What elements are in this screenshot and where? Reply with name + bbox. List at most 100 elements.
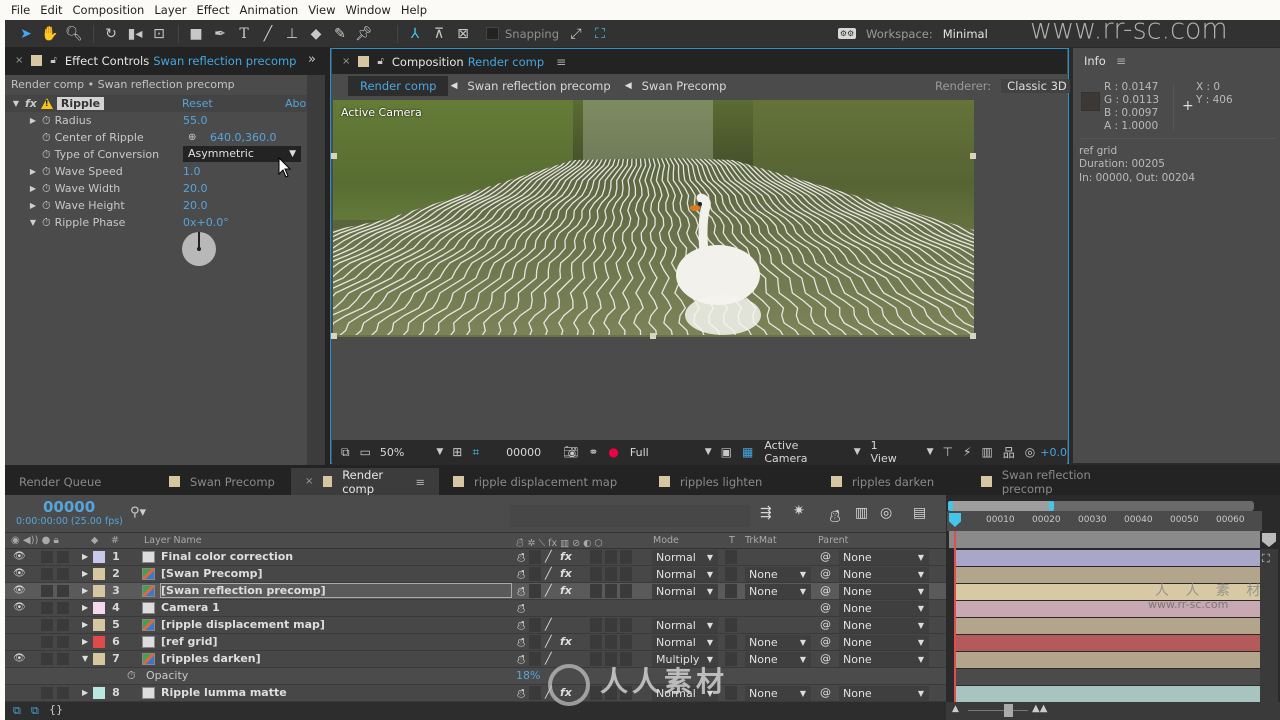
fx-icon[interactable]: fx — [560, 635, 572, 648]
expand-triangle-icon[interactable]: ▶ — [82, 569, 88, 578]
view-axis-icon[interactable]: ⊠ — [452, 23, 474, 45]
expand-triangle-icon[interactable]: ▶ — [28, 167, 38, 176]
phase-angle-dial[interactable] — [182, 232, 216, 266]
puppet-pin-tool-icon[interactable]: 📌︎ — [353, 23, 375, 45]
quality-switch[interactable] — [529, 550, 541, 564]
motion-blur-icon[interactable]: ◎ — [880, 505, 892, 521]
layer-row[interactable]: 👁︎ ▼ 7 [ripples darken] ⛄︎ ╱ Multiply ▼ None ▼ @ No… — [5, 651, 946, 668]
layer-name[interactable]: [ripples darken] — [161, 652, 261, 665]
eye-icon[interactable]: 👁︎ — [13, 551, 26, 562]
collapse-triangle-icon[interactable]: ▼ — [82, 654, 88, 663]
parent-dropdown[interactable]: None ▼ — [839, 635, 929, 650]
motion-blur-switch[interactable] — [605, 567, 617, 581]
label-color-swatch[interactable] — [93, 602, 105, 614]
pickwhip-icon[interactable]: @ — [820, 686, 831, 699]
panel-menu-icon[interactable]: ≡ — [556, 55, 566, 69]
pan-behind-tool-icon[interactable]: ⊡ — [148, 23, 170, 45]
motion-blur-switch[interactable] — [605, 584, 617, 598]
shy-layers-icon[interactable]: ⛄︎ — [828, 505, 842, 526]
parent-dropdown[interactable]: None ▼ — [839, 686, 929, 701]
lock-toggle[interactable] — [57, 636, 69, 648]
flow-item-swan-precomp[interactable]: Swan Precomp — [634, 79, 735, 93]
eye-icon[interactable]: 👁︎ — [13, 568, 26, 579]
fx-icon[interactable]: fx — [560, 567, 572, 580]
zoom-tool-icon[interactable]: 🔍︎ — [63, 23, 85, 45]
param-wave-height[interactable]: ▶ ⏱ Wave Height 20.0 — [5, 197, 307, 214]
layer-name[interactable]: [ref grid] — [161, 635, 218, 648]
layer-name[interactable]: Final color correction — [161, 550, 293, 563]
eraser-tool-icon[interactable]: ◆ — [305, 23, 327, 45]
roto-brush-tool-icon[interactable]: ✎ — [329, 23, 351, 45]
param-wave-speed[interactable]: ▶ ⏱ Wave Speed 1.0 — [5, 163, 307, 180]
lock-toggle[interactable] — [57, 551, 69, 563]
layer-name[interactable]: [Swan Precomp] — [161, 567, 263, 580]
solo-toggle[interactable] — [41, 653, 53, 665]
parent-dropdown[interactable]: None ▼ — [839, 567, 929, 582]
lock-toggle[interactable] — [57, 568, 69, 580]
preserve-transparency-toggle[interactable] — [725, 550, 737, 564]
stopwatch-icon[interactable]: ⏱ — [42, 165, 51, 179]
property-row-opacity[interactable]: ⏱ Opacity 18% — [5, 668, 946, 685]
param-value[interactable]: 20.0 — [183, 199, 208, 212]
menu-window[interactable]: Window — [340, 3, 395, 17]
more-panels-icon[interactable]: » — [308, 52, 316, 67]
solo-toggle[interactable] — [41, 568, 53, 580]
eye-icon[interactable]: 👁︎ — [13, 653, 26, 664]
expand-triangle-icon[interactable]: ▶ — [28, 184, 38, 193]
zoom-slider-handle[interactable] — [1004, 704, 1013, 717]
zoom-out-icon[interactable]: ▲ — [952, 704, 959, 714]
quality-switch[interactable] — [529, 584, 541, 598]
world-axis-icon[interactable]: ⊼ — [428, 23, 450, 45]
exposure-value[interactable]: +0.0 — [1040, 446, 1067, 459]
layer-row[interactable]: 👁︎ ▶ 4 Camera 1 ⛄︎ @ None ▼ — [5, 600, 946, 617]
param-value[interactable]: 640.0,360.0 — [210, 131, 276, 144]
shy-switch-icon[interactable]: ⛄︎ — [516, 584, 526, 599]
lock-toggle[interactable] — [57, 653, 69, 665]
quality-icon[interactable]: ╱ — [545, 567, 552, 580]
zoom-slider-track[interactable] — [968, 710, 1028, 711]
parent-dropdown[interactable]: None ▼ — [839, 601, 929, 616]
layer-duration-bar[interactable] — [955, 618, 1260, 634]
layer-handle[interactable] — [331, 333, 337, 339]
pickwhip-icon[interactable]: @ — [820, 601, 831, 614]
3d-layer-switch[interactable] — [620, 584, 632, 598]
transparency-grid-icon[interactable]: ▦ — [742, 445, 753, 459]
3d-layer-switch[interactable] — [620, 567, 632, 581]
chevron-down-icon[interactable]: ▼ — [436, 447, 443, 457]
flow-item-render-comp[interactable]: Render comp — [348, 76, 449, 96]
renderer-value[interactable]: Classic 3D — [1001, 79, 1073, 93]
solo-toggle[interactable] — [41, 687, 53, 699]
blend-mode-dropdown[interactable]: Normal ▼ — [652, 635, 718, 650]
quality-switch[interactable] — [529, 635, 541, 649]
stopwatch-icon[interactable]: ⏱ — [42, 182, 51, 196]
solo-toggle[interactable] — [41, 636, 53, 648]
solo-toggle[interactable] — [41, 551, 53, 563]
frame-blend-switch[interactable] — [590, 567, 602, 581]
current-time-display[interactable]: 00000 — [43, 498, 95, 516]
track-matte-dropdown[interactable]: None ▼ — [745, 686, 811, 701]
stopwatch-icon[interactable]: ⏱ — [127, 669, 136, 683]
composition-viewer[interactable] — [333, 100, 974, 337]
workspace-switcher[interactable]: ⚙⚙ Workspace: Minimal — [838, 20, 988, 47]
layer-duration-bar[interactable] — [955, 686, 1260, 702]
blend-mode-dropdown[interactable]: Normal ▼ — [652, 618, 718, 633]
collapse-triangle-icon[interactable]: ▼ — [28, 218, 38, 227]
zoom-level[interactable]: 50% — [380, 446, 404, 459]
frame-blend-switch[interactable] — [590, 584, 602, 598]
3d-layer-switch[interactable] — [620, 635, 632, 649]
mask-visibility-icon[interactable]: ⌗ — [472, 445, 479, 460]
quality-icon[interactable]: ╱ — [545, 550, 552, 563]
menu-help[interactable]: Help — [396, 3, 432, 17]
layer-switches-toggle-icon[interactable]: ⧉ — [13, 704, 21, 718]
brush-tool-icon[interactable]: ╱ — [257, 23, 279, 45]
track-matte-dropdown[interactable]: None ▼ — [745, 635, 811, 650]
effect-controls-tab[interactable]: × 🔓︎ Effect Controls Swan reflection pre… — [5, 48, 325, 73]
search-icon[interactable]: ⚲▾ — [130, 505, 146, 520]
param-type-of-conversion[interactable]: ⏱ Type of Conversion Asymmetric ▼ — [5, 146, 307, 163]
clone-stamp-tool-icon[interactable]: ⊥ — [281, 23, 303, 45]
navigator-start-handle[interactable] — [948, 501, 953, 511]
param-value[interactable]: 0x+0.0° — [183, 216, 229, 229]
param-wave-width[interactable]: ▶ ⏱ Wave Width 20.0 — [5, 180, 307, 197]
motion-blur-switch[interactable] — [605, 618, 617, 632]
timeline-tab-ripples-darken[interactable]: ripples darken — [817, 468, 967, 495]
